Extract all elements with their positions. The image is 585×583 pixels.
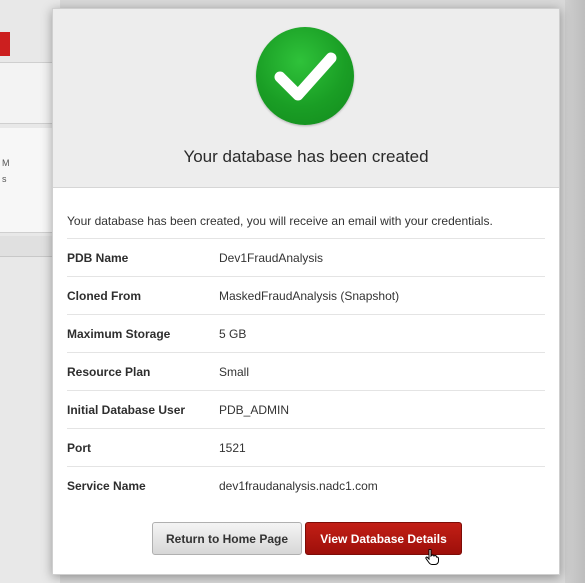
detail-label: Port bbox=[67, 441, 91, 455]
background-right-edge bbox=[565, 0, 585, 583]
detail-row-pdb-name: PDB Name Dev1FraudAnalysis bbox=[67, 238, 545, 276]
detail-value: MaskedFraudAnalysis (Snapshot) bbox=[219, 289, 400, 303]
detail-row-initial-database-user: Initial Database User PDB_ADMIN bbox=[67, 390, 545, 428]
background-page: M s bbox=[0, 0, 60, 583]
hand-pointer-icon bbox=[425, 548, 439, 570]
checkmark-icon bbox=[256, 27, 354, 125]
detail-row-resource-plan: Resource Plan Small bbox=[67, 352, 545, 390]
detail-row-maximum-storage: Maximum Storage 5 GB bbox=[67, 314, 545, 352]
detail-label: Service Name bbox=[67, 479, 146, 493]
detail-row-port: Port 1521 bbox=[67, 428, 545, 466]
detail-value: Small bbox=[219, 365, 250, 379]
detail-value: 5 GB bbox=[219, 327, 247, 341]
detail-value: Dev1FraudAnalysis bbox=[219, 251, 324, 265]
detail-label: Cloned From bbox=[67, 289, 141, 303]
background-text-fragment: s bbox=[2, 174, 7, 184]
dialog-header: Your database has been created bbox=[53, 9, 559, 188]
detail-label: Initial Database User bbox=[67, 403, 186, 417]
database-details: PDB Name Dev1FraudAnalysis Cloned From M… bbox=[67, 238, 545, 504]
detail-value: 1521 bbox=[219, 441, 246, 455]
success-dialog: Your database has been created Your data… bbox=[52, 8, 560, 575]
detail-value: dev1fraudanalysis.nadc1.com bbox=[219, 479, 378, 493]
detail-label: PDB Name bbox=[67, 251, 129, 265]
return-to-home-button[interactable]: Return to Home Page bbox=[152, 522, 302, 555]
confirmation-message: Your database has been created, you will… bbox=[67, 214, 493, 228]
background-panel bbox=[0, 62, 52, 124]
detail-value: PDB_ADMIN bbox=[219, 403, 290, 417]
dialog-title: Your database has been created bbox=[183, 147, 429, 166]
detail-row-cloned-from: Cloned From MaskedFraudAnalysis (Snapsho… bbox=[67, 276, 545, 314]
detail-label: Maximum Storage bbox=[67, 327, 171, 341]
detail-row-service-name: Service Name dev1fraudanalysis.nadc1.com bbox=[67, 466, 545, 504]
background-text-fragment: M bbox=[2, 158, 10, 168]
background-red-bar bbox=[0, 32, 10, 56]
background-strip bbox=[0, 236, 52, 257]
background-panel-2: M s bbox=[0, 128, 52, 233]
detail-label: Resource Plan bbox=[67, 365, 151, 379]
